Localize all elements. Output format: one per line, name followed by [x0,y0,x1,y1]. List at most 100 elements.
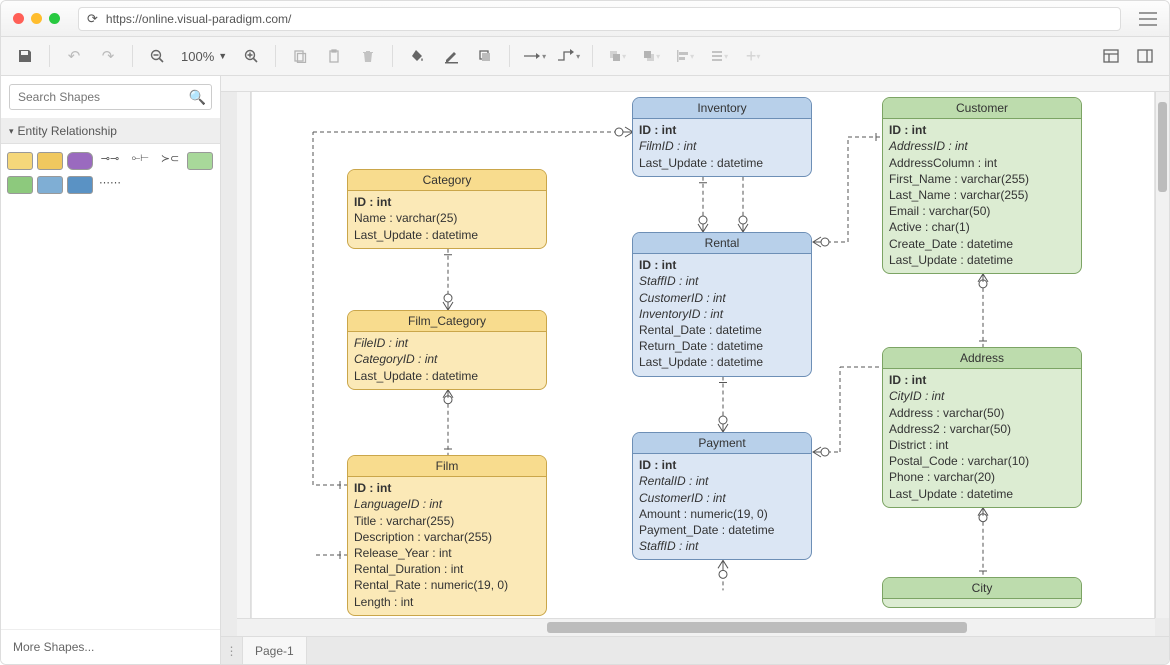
search-input[interactable] [9,84,212,110]
outline-panel-button[interactable] [1097,42,1125,70]
line-path-button[interactable]: ▾ [554,42,582,70]
zoom-out-button[interactable] [143,42,171,70]
sidebar: 🔍 ▾ Entity Relationship ⊸⊸ ⟜⊢ ≻⊂ ⋯⋯ More… [1,76,221,664]
redo-button[interactable]: ↷ [94,42,122,70]
entity-column: ID : int [354,480,540,496]
entity-address[interactable]: AddressID : intCityID : intAddress : var… [882,347,1082,508]
entity-header: Film [348,456,546,477]
to-back-button[interactable]: ▾ [637,42,665,70]
entity-payment[interactable]: PaymentID : intRentalID : intCustomerID … [632,432,812,560]
shape-entity-7[interactable] [67,176,93,194]
url-bar[interactable]: ⟳ https://online.visual-paradigm.com/ [78,7,1121,31]
shape-entity-2[interactable] [37,152,63,170]
search-icon[interactable]: 🔍 [189,89,206,106]
entity-column: ID : int [639,257,805,273]
copy-button[interactable] [286,42,314,70]
zoom-level[interactable]: 100%▼ [177,49,231,64]
page-tab[interactable]: Page-1 [243,637,307,664]
distribute-button[interactable]: ▾ [705,42,733,70]
entity-column: Address : varchar(50) [889,405,1075,421]
entity-column: Rental_Date : datetime [639,322,805,338]
entity-column: Rental_Duration : int [354,561,540,577]
entity-column: Rental_Rate : numeric(19, 0) [354,577,540,593]
align-button[interactable]: ▾ [671,42,699,70]
shape-conn-4[interactable]: ⋯⋯ [97,176,123,194]
entity-column: Name : varchar(25) [354,210,540,226]
entity-column: Last_Update : datetime [354,227,540,243]
entity-column: Release_Year : int [354,545,540,561]
entity-inventory[interactable]: InventoryID : intFilmID : intLast_Update… [632,97,812,177]
entity-column: Description : varchar(255) [354,529,540,545]
entity-column: District : int [889,437,1075,453]
shape-conn-2[interactable]: ⟜⊢ [127,152,153,170]
fill-button[interactable] [403,42,431,70]
page-tabbar: ⋮ Page-1 [221,636,1169,664]
entity-rental[interactable]: RentalID : intStaffID : intCustomerID : … [632,232,812,377]
window-controls[interactable] [13,13,60,24]
entity-body: ID : intRentalID : intCustomerID : intAm… [633,454,811,559]
entity-column: CustomerID : int [639,290,805,306]
panel-title: Entity Relationship [18,124,117,138]
save-button[interactable] [11,42,39,70]
diagram-canvas[interactable]: CategoryID : intName : varchar(25)Last_U… [251,92,1155,618]
entity-film_category[interactable]: Film_CategoryFileID : intCategoryID : in… [347,310,547,390]
entity-column: Phone : varchar(20) [889,469,1075,485]
entity-column: AddressColumn : int [889,155,1075,171]
entity-city[interactable]: City [882,577,1082,608]
entity-column: AddressID : int [889,138,1075,154]
entity-header: Rental [633,233,811,254]
entity-column: Last_Update : datetime [639,155,805,171]
entity-header: Customer [883,98,1081,119]
line-start-button[interactable]: ▾ [520,42,548,70]
shape-entity-1[interactable] [7,152,33,170]
entity-column: RentalID : int [639,473,805,489]
entity-column: ID : int [889,372,1075,388]
shape-conn-3[interactable]: ≻⊂ [157,152,183,170]
entity-column: First_Name : varchar(255) [889,171,1075,187]
entity-column: Address2 : varchar(50) [889,421,1075,437]
entity-category[interactable]: CategoryID : intName : varchar(25)Last_U… [347,169,547,249]
entity-column: CategoryID : int [354,351,540,367]
panel-header[interactable]: ▾ Entity Relationship [1,119,220,144]
tab-grip-icon[interactable]: ⋮ [221,637,243,664]
shape-conn-1[interactable]: ⊸⊸ [97,152,123,170]
shape-palette: ⊸⊸ ⟜⊢ ≻⊂ ⋯⋯ [1,144,220,202]
shape-entity-5[interactable] [7,176,33,194]
entity-column: Title : varchar(255) [354,513,540,529]
scrollbar-horizontal[interactable] [237,618,1155,636]
entity-column: Postal_Code : varchar(10) [889,453,1075,469]
delete-button[interactable] [354,42,382,70]
entity-body: ID : intAddressID : intAddressColumn : i… [883,119,1081,273]
entity-header: Inventory [633,98,811,119]
entity-body: ID : intCityID : intAddress : varchar(50… [883,369,1081,507]
paste-button[interactable] [320,42,348,70]
ruler-horizontal [221,76,1169,92]
hamburger-icon[interactable] [1139,12,1157,26]
add-button[interactable]: +▾ [739,42,767,70]
entity-column: FileID : int [354,335,540,351]
entity-column: Payment_Date : datetime [639,522,805,538]
scrollbar-vertical[interactable] [1155,92,1169,618]
format-panel-button[interactable] [1131,42,1159,70]
zoom-in-button[interactable] [237,42,265,70]
entity-body: ID : intLanguageID : intTitle : varchar(… [348,477,546,615]
shadow-button[interactable] [471,42,499,70]
entity-body: ID : intStaffID : intCustomerID : intInv… [633,254,811,375]
entity-column: Last_Update : datetime [889,486,1075,502]
entity-body: FileID : intCategoryID : intLast_Update … [348,332,546,389]
stroke-button[interactable] [437,42,465,70]
to-front-button[interactable]: ▾ [603,42,631,70]
shape-entity-3[interactable] [67,152,93,170]
entity-column: Amount : numeric(19, 0) [639,506,805,522]
ruler-vertical [237,92,251,618]
refresh-icon[interactable]: ⟳ [87,11,98,27]
entity-film[interactable]: FilmID : intLanguageID : intTitle : varc… [347,455,547,616]
entity-customer[interactable]: CustomerID : intAddressID : intAddressCo… [882,97,1082,274]
shape-entity-4[interactable] [187,152,213,170]
more-shapes-button[interactable]: More Shapes... [1,629,220,664]
entity-body: ID : intName : varchar(25)Last_Update : … [348,191,546,248]
shape-entity-6[interactable] [37,176,63,194]
entity-column: StaffID : int [639,538,805,554]
entity-column: Return_Date : datetime [639,338,805,354]
undo-button[interactable]: ↶ [60,42,88,70]
